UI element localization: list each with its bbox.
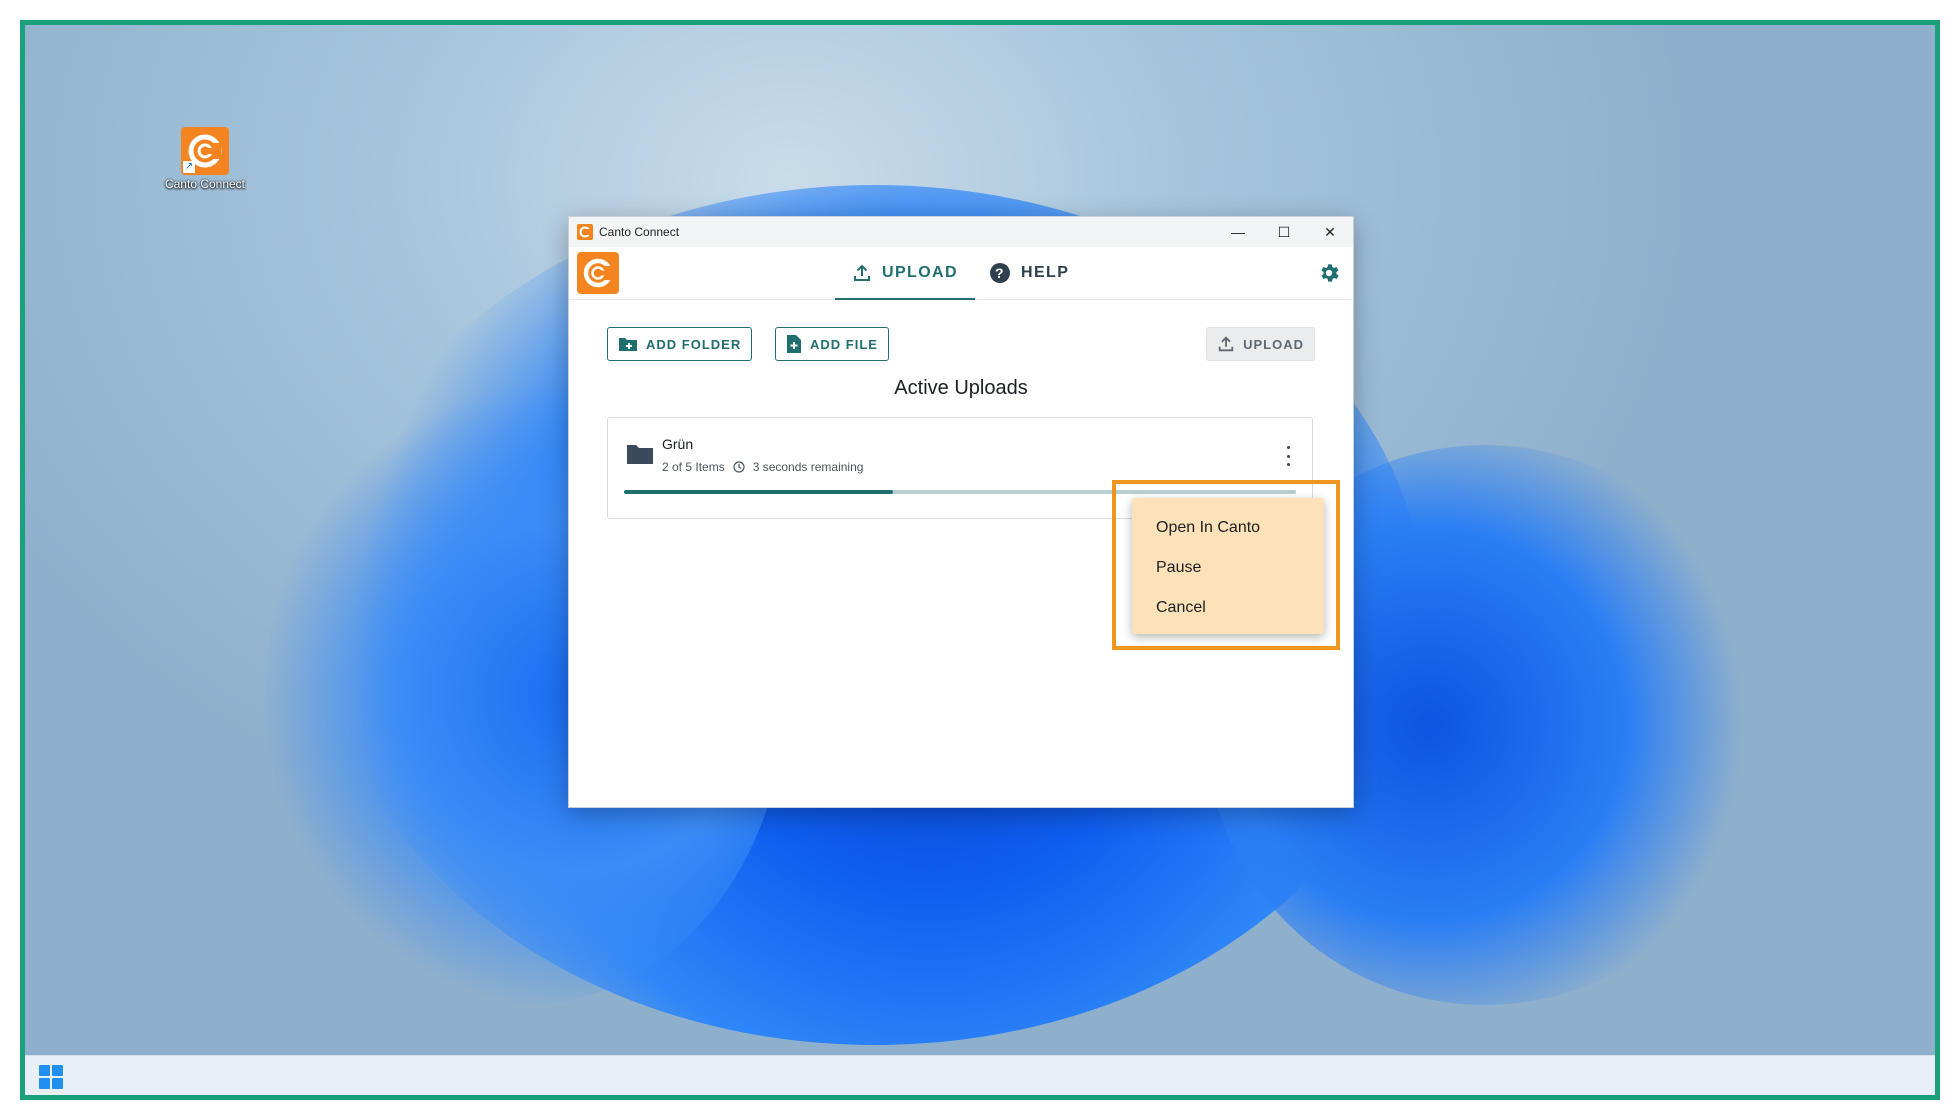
minimize-button[interactable]: —	[1215, 217, 1261, 247]
upload-item-meta: 2 of 5 Items 3 seconds remaining	[662, 460, 863, 474]
menu-item-cancel[interactable]: Cancel	[1132, 588, 1324, 628]
clock-icon	[733, 461, 745, 473]
canto-logo-icon	[577, 252, 619, 294]
upload-item-remaining: 3 seconds remaining	[752, 460, 864, 474]
upload-progress-fill	[624, 490, 893, 494]
title-bar[interactable]: Canto Connect — ☐ ✕	[569, 217, 1353, 247]
folder-add-icon	[619, 338, 637, 351]
svg-text:?: ?	[995, 265, 1005, 281]
upload-button-label: UPLOAD	[1243, 336, 1304, 352]
canto-logo-icon: ↗	[181, 127, 229, 175]
window-title: Canto Connect	[599, 225, 680, 239]
more-options-icon[interactable]	[1282, 446, 1294, 466]
add-folder-button[interactable]: ADD FOLDER	[607, 327, 753, 361]
tab-upload-label: UPLOAD	[882, 263, 958, 281]
section-title: Active Uploads	[894, 377, 1028, 399]
windows-start-icon[interactable]	[39, 1065, 63, 1089]
close-button[interactable]: ✕	[1307, 217, 1353, 247]
maximize-button[interactable]: ☐	[1261, 217, 1307, 247]
add-file-label: ADD FILE	[810, 336, 878, 352]
shortcut-arrow-icon: ↗	[183, 161, 195, 173]
desktop-icon-label: Canto Connect	[164, 177, 246, 191]
upload-button[interactable]: UPLOAD	[1206, 327, 1315, 361]
folder-icon	[627, 445, 653, 464]
tab-help-label: HELP	[1021, 263, 1070, 281]
file-add-icon	[787, 335, 801, 353]
add-file-button[interactable]: ADD FILE	[775, 327, 889, 361]
upload-item-count: 2 of 5 Items	[662, 460, 725, 474]
help-circle-icon: ?	[990, 262, 1010, 283]
taskbar	[25, 1055, 1935, 1095]
tab-upload[interactable]: UPLOAD	[835, 247, 975, 300]
context-menu: Open In Canto Pause Cancel	[1132, 498, 1324, 634]
app-header: UPLOAD ? HELP	[569, 247, 1353, 300]
gear-icon[interactable]	[1317, 261, 1341, 285]
desktop-shortcut-canto-connect[interactable]: ↗ Canto Connect	[155, 127, 255, 191]
menu-item-pause[interactable]: Pause	[1132, 548, 1324, 588]
upload-icon	[1218, 336, 1234, 352]
canto-logo-icon	[577, 224, 593, 240]
menu-item-open-in-canto[interactable]: Open In Canto	[1132, 508, 1324, 548]
upload-icon	[854, 264, 871, 281]
tab-help[interactable]: ? HELP	[989, 247, 1089, 298]
add-folder-label: ADD FOLDER	[646, 336, 742, 352]
upload-item-name: Grün	[662, 436, 694, 452]
